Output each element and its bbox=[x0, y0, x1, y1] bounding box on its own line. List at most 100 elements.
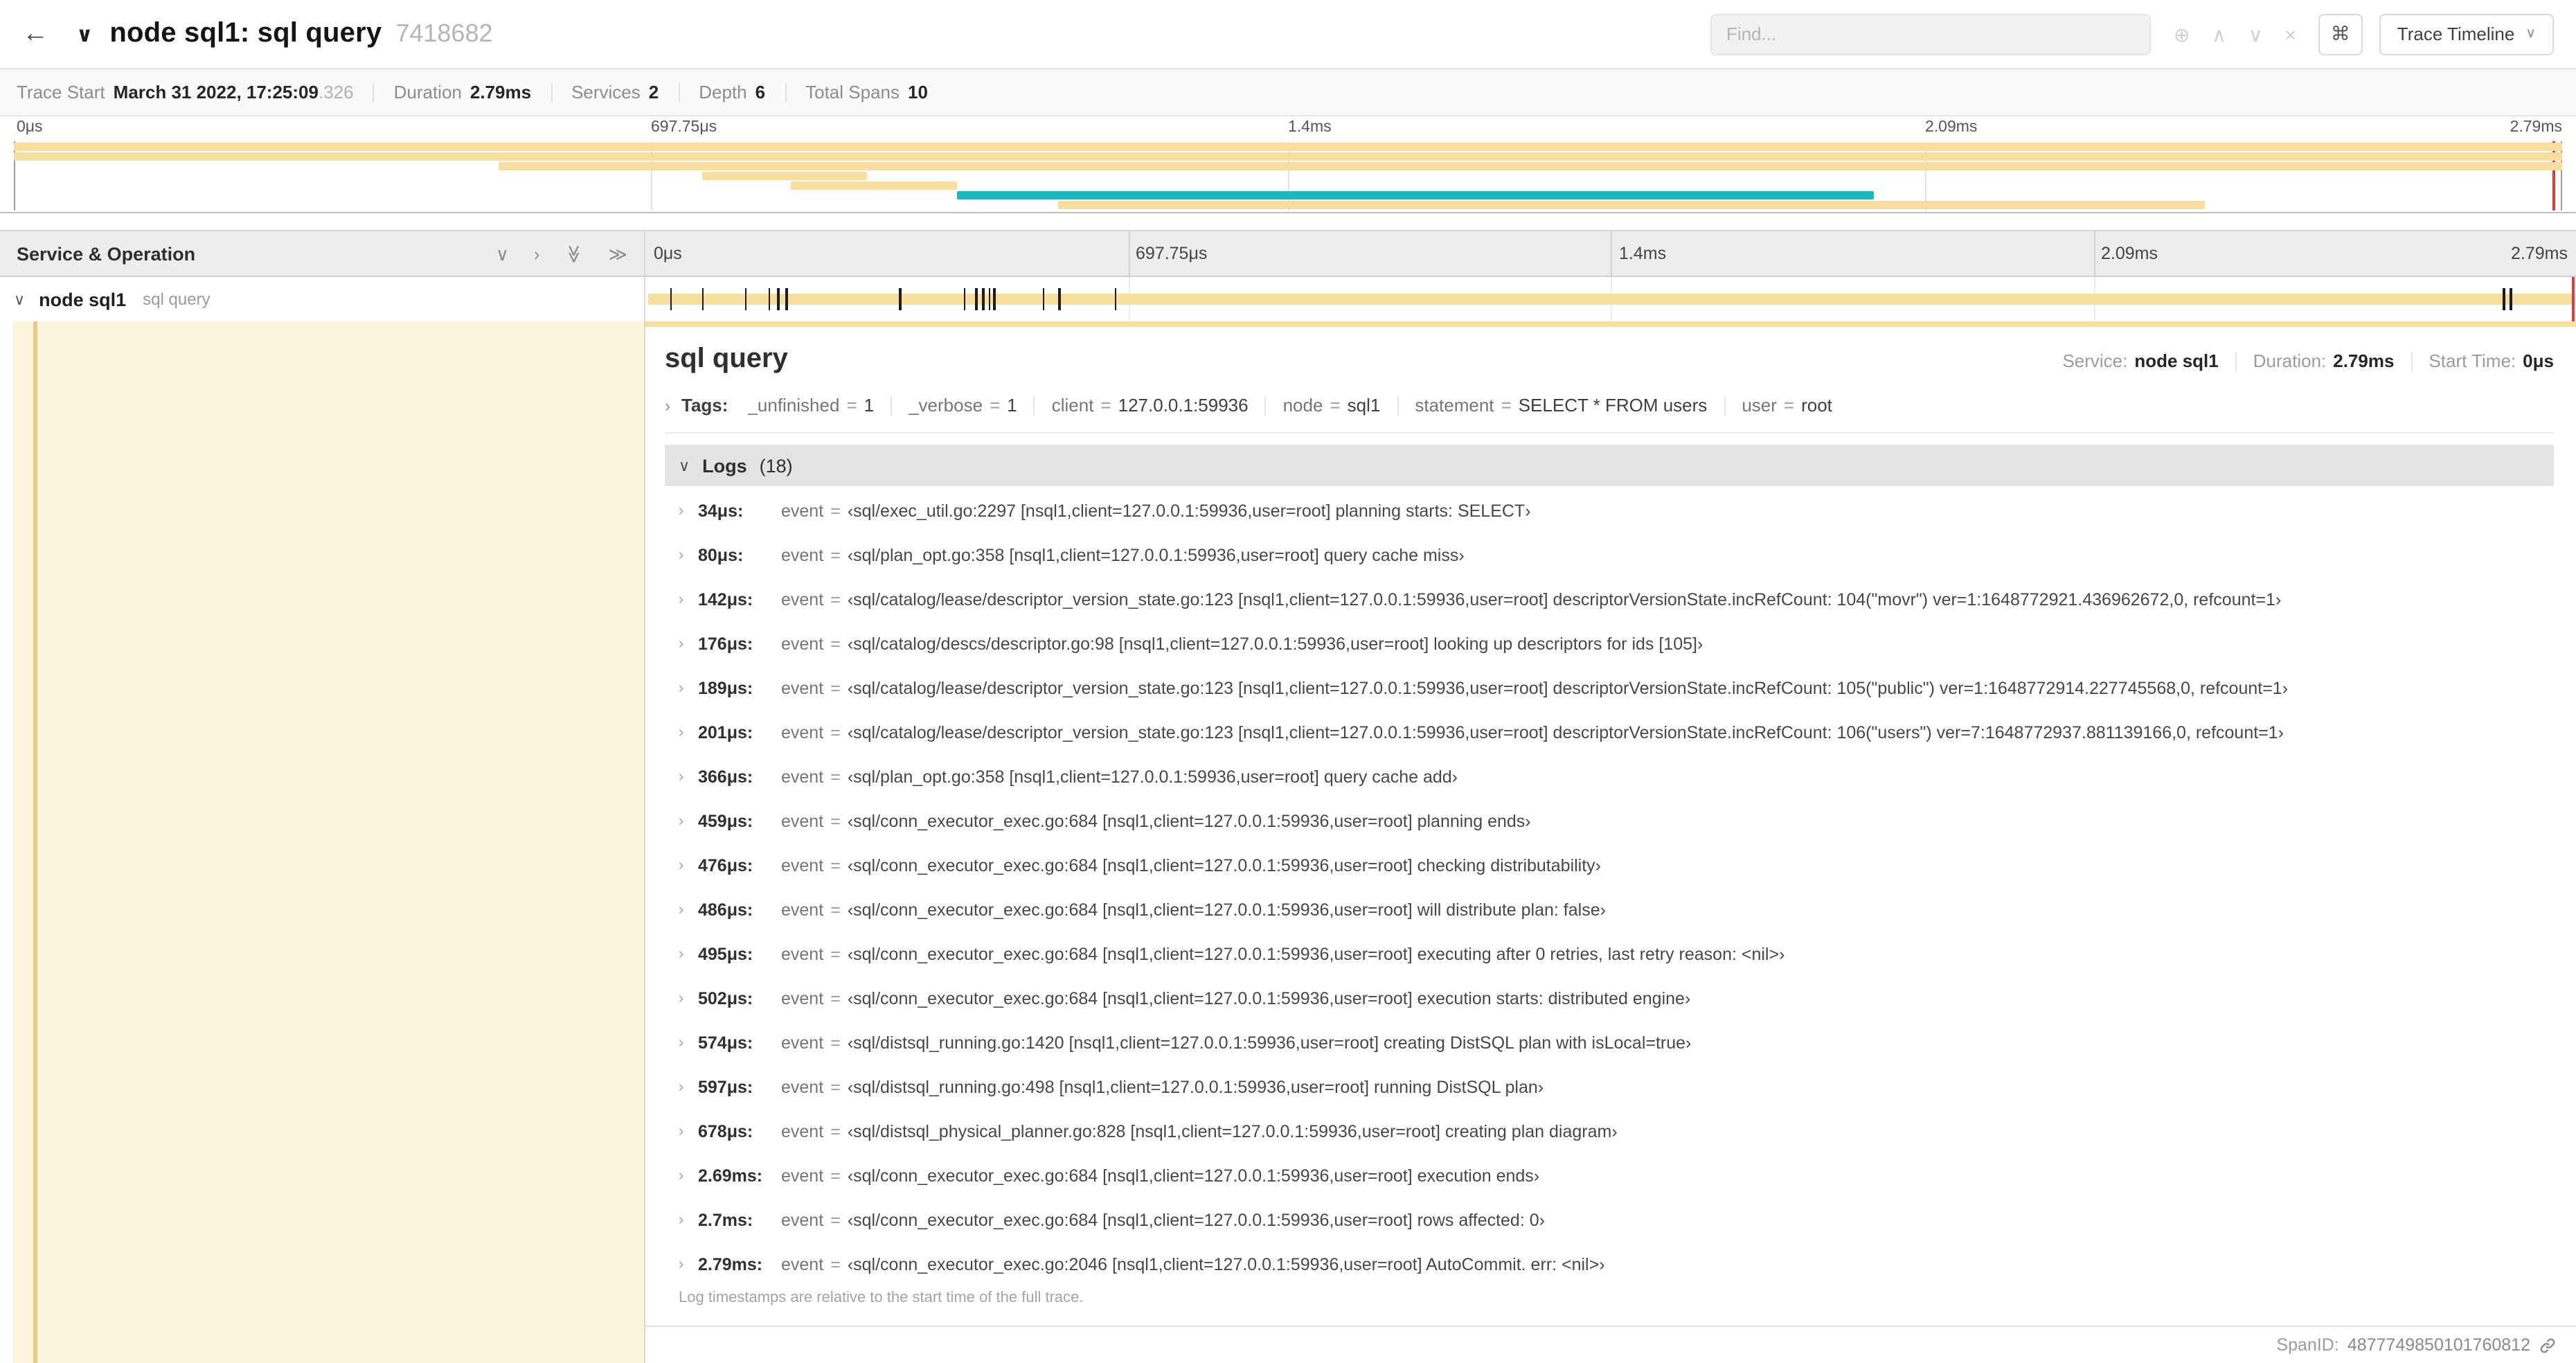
log-field-value: ‹sql/conn_executor_exec.go:684 [nsql1,cl… bbox=[847, 989, 1691, 1008]
focus-match-icon[interactable]: ⊕ bbox=[2174, 24, 2190, 44]
log-field-value: ‹sql/catalog/lease/descriptor_version_st… bbox=[847, 723, 2284, 742]
log-row[interactable]: › 597μs: event = ‹sql/distsql_running.go:498… bbox=[665, 1065, 2554, 1110]
collapse-controls: ∨ › ≫ ≫ bbox=[496, 244, 627, 262]
log-field-key: event bbox=[781, 501, 824, 521]
log-marker[interactable] bbox=[670, 288, 672, 310]
tag-item[interactable]: statement = SELECT * FROM users bbox=[1415, 395, 1707, 416]
equals-sign: = bbox=[830, 856, 841, 875]
log-marker[interactable] bbox=[777, 288, 780, 310]
log-row[interactable]: › 2.7ms: event = ‹sql/conn_executor_exec.go:… bbox=[665, 1198, 2554, 1242]
log-field-value: ‹sql/distsql_running.go:1420 [nsql1,clie… bbox=[847, 1033, 1692, 1053]
prev-match-icon[interactable]: ∧ bbox=[2212, 24, 2226, 44]
log-row[interactable]: › 34μs: event = ‹sql/exec_util.go:2297 [nsql… bbox=[665, 489, 2554, 533]
log-marker[interactable] bbox=[899, 288, 902, 310]
log-field-value: ‹sql/conn_executor_exec.go:684 [nsql1,cl… bbox=[847, 856, 1601, 875]
logs-section-header[interactable]: ∨ Logs (18) bbox=[665, 445, 2554, 486]
span-detail-content: sql query Service: node sql1 Duration: 2.79… bbox=[665, 327, 2554, 1326]
back-icon[interactable]: ← bbox=[22, 19, 48, 49]
log-timestamp: 189μs: bbox=[698, 679, 753, 698]
clear-find-icon[interactable]: × bbox=[2284, 24, 2296, 44]
log-row[interactable]: › 366μs: event = ‹sql/plan_opt.go:358 [nsql1… bbox=[665, 755, 2554, 799]
tag-item[interactable]: user = root bbox=[1742, 395, 1832, 416]
row-collapse-chevron-icon[interactable]: ∨ bbox=[14, 290, 25, 308]
log-field-key: event bbox=[781, 1211, 824, 1230]
log-row[interactable]: › 495μs: event = ‹sql/conn_executor_exec.go:… bbox=[665, 932, 2554, 977]
span-row-name-cell[interactable]: ∨ node sql1 sql query bbox=[0, 277, 645, 321]
log-marker[interactable] bbox=[701, 288, 704, 310]
trace-collapse-chevron-icon[interactable]: ∨ bbox=[76, 21, 93, 46]
log-marker[interactable] bbox=[1114, 288, 1117, 310]
log-field-value: ‹sql/catalog/lease/descriptor_version_st… bbox=[847, 590, 2282, 609]
next-match-icon[interactable]: ∨ bbox=[2248, 24, 2263, 44]
log-row[interactable]: › 678μs: event = ‹sql/distsql_physical_plann… bbox=[665, 1110, 2554, 1154]
log-marker[interactable] bbox=[988, 288, 991, 310]
find-input[interactable] bbox=[1710, 13, 2152, 55]
collapse-all-icon[interactable]: ≫ bbox=[564, 244, 584, 262]
tag-key: client bbox=[1051, 395, 1094, 416]
log-row[interactable]: › 189μs: event = ‹sql/catalog/lease/descript… bbox=[665, 666, 2554, 711]
log-row[interactable]: › 486μs: event = ‹sql/conn_executor_exec.go:… bbox=[665, 888, 2554, 932]
ruler-tick: 697.75μs bbox=[1136, 244, 1208, 263]
log-field-value: ‹sql/exec_util.go:2297 [nsql1,client=127… bbox=[847, 501, 1531, 521]
log-row[interactable]: › 476μs: event = ‹sql/conn_executor_exec.go:… bbox=[665, 844, 2554, 888]
ruler-tick: 1.4ms bbox=[1619, 244, 1667, 263]
log-row[interactable]: › 176μs: event = ‹sql/catalog/descs/descript… bbox=[665, 622, 2554, 666]
log-marker[interactable] bbox=[785, 288, 788, 310]
timeline-ruler: 0μs 697.75μs 1.4ms 2.09ms 2.79ms bbox=[645, 231, 2576, 276]
log-marker[interactable] bbox=[2510, 288, 2512, 310]
log-marker[interactable] bbox=[744, 288, 747, 310]
tag-divider bbox=[1264, 395, 1267, 415]
minimap-right-scrubber[interactable] bbox=[2561, 141, 2562, 211]
minimap-canvas[interactable] bbox=[14, 141, 2562, 211]
span-row-timeline-cell[interactable] bbox=[645, 277, 2576, 321]
chevron-right-icon: › bbox=[679, 502, 684, 519]
log-marker[interactable] bbox=[963, 288, 966, 310]
log-row[interactable]: › 2.79ms: event = ‹sql/conn_executor_exec.go… bbox=[665, 1242, 2554, 1287]
summary-item: Services 2 bbox=[571, 82, 659, 103]
minimap-left-scrubber[interactable] bbox=[14, 141, 15, 211]
tag-item[interactable]: _verbose = 1 bbox=[909, 395, 1017, 416]
log-timestamp: 2.69ms: bbox=[698, 1166, 763, 1186]
equals-sign: = bbox=[1100, 395, 1111, 416]
log-marker[interactable] bbox=[2503, 288, 2505, 310]
log-marker[interactable] bbox=[982, 288, 985, 310]
log-row[interactable]: › 142μs: event = ‹sql/catalog/lease/descript… bbox=[665, 578, 2554, 622]
log-timestamp: 502μs: bbox=[698, 989, 753, 1008]
collapse-one-icon[interactable]: ∨ bbox=[496, 244, 509, 262]
tag-item[interactable]: _unfinished = 1 bbox=[747, 395, 874, 416]
service-operation-header: Service & Operation ∨ › ≫ ≫ bbox=[0, 231, 645, 276]
span-bar-ticks bbox=[648, 277, 2574, 321]
log-row[interactable]: › 459μs: event = ‹sql/conn_executor_exec.go:… bbox=[665, 799, 2554, 844]
span-operation-name: sql query bbox=[143, 289, 211, 309]
log-timestamp: 176μs: bbox=[698, 634, 753, 654]
equals-sign: = bbox=[830, 1122, 841, 1141]
expand-one-icon[interactable]: › bbox=[534, 244, 540, 262]
trace-view-selector[interactable]: Trace Timeline ∨ bbox=[2379, 13, 2554, 55]
span-detail-header[interactable]: sql query Service: node sql1 Duration: 2.79… bbox=[665, 344, 2554, 375]
trace-summary-items: Trace Start March 31 2022, 17:25:09.326 Du… bbox=[17, 82, 928, 103]
deep-link-icon[interactable] bbox=[2539, 1336, 2557, 1354]
log-marker[interactable] bbox=[1042, 288, 1045, 310]
log-marker[interactable] bbox=[975, 288, 978, 310]
minimap-span-bar bbox=[1058, 201, 2206, 209]
log-field-key: event bbox=[781, 634, 824, 654]
log-marker[interactable] bbox=[993, 288, 996, 310]
log-marker[interactable] bbox=[1058, 288, 1061, 310]
chevron-right-icon: › bbox=[679, 679, 684, 696]
log-marker[interactable] bbox=[768, 288, 771, 310]
tags-label: Tags: bbox=[681, 395, 728, 416]
tag-divider bbox=[1033, 395, 1035, 415]
tag-item[interactable]: client = 127.0.0.1:59936 bbox=[1052, 395, 1249, 416]
log-row[interactable]: › 201μs: event = ‹sql/catalog/lease/descript… bbox=[665, 711, 2554, 755]
keyboard-shortcuts-button[interactable]: ⌘ bbox=[2318, 13, 2363, 55]
chevron-right-icon: › bbox=[679, 812, 684, 829]
tags-row[interactable]: › Tags: _unfinished = 1 _verbose = 1 client = 12… bbox=[665, 395, 2554, 434]
trace-page: ← ∨ node sql1: sql query 7418682 ⊕ ∧ ∨ ×… bbox=[0, 0, 2576, 1363]
log-row[interactable]: › 574μs: event = ‹sql/distsql_running.go:142… bbox=[665, 1021, 2554, 1065]
log-row[interactable]: › 502μs: event = ‹sql/conn_executor_exec.go:… bbox=[665, 977, 2554, 1021]
log-row[interactable]: › 80μs: event = ‹sql/plan_opt.go:358 [nsql1,… bbox=[665, 533, 2554, 578]
tag-item[interactable]: node = sql1 bbox=[1283, 395, 1381, 416]
timeline-minimap: 0μs 697.75μs 1.4ms 2.09ms 2.79ms bbox=[0, 116, 2576, 213]
log-row[interactable]: › 2.69ms: event = ‹sql/conn_executor_exec.go… bbox=[665, 1154, 2554, 1198]
expand-all-icon[interactable]: ≫ bbox=[609, 244, 627, 262]
